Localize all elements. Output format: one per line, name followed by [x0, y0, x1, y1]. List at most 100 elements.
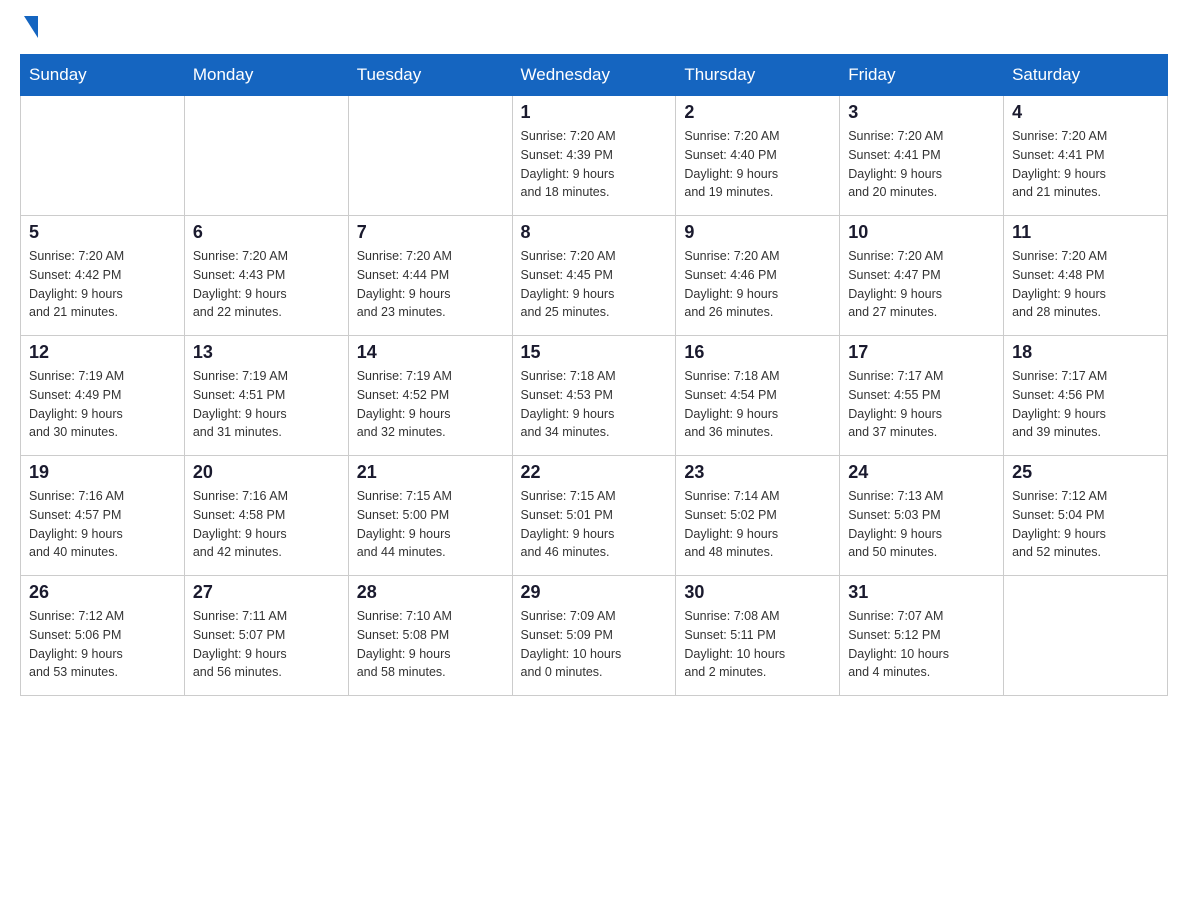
page-header: [20, 20, 1168, 38]
calendar-cell: 14 Sunrise: 7:19 AM Sunset: 4:52 PM Dayli…: [348, 336, 512, 456]
calendar-cell: 24Sunrise: 7:13 AM Sunset: 5:03 PM Dayli…: [840, 456, 1004, 576]
calendar-cell: 25 Sunrise: 7:12 AM Sunset: 5:04 PM Dayli…: [1004, 456, 1168, 576]
day-info: Sunrise: 7:19 AM Sunset: 4:52 PM Dayligh…: [357, 367, 504, 442]
day-info: Sunrise: 7:12 AM Sunset: 5:06 PM Dayligh…: [29, 607, 176, 682]
calendar-body: 1 Sunrise: 7:20 AM Sunset: 4:39 PM Daylig…: [21, 96, 1168, 696]
day-info: Sunrise: 7:20 AM Sunset: 4:48 PM Dayligh…: [1012, 247, 1159, 322]
day-info: Sunrise: 7:11 AM Sunset: 5:07 PM Dayligh…: [193, 607, 340, 682]
day-number: 10: [848, 222, 995, 243]
day-info: Sunrise: 7:08 AM Sunset: 5:11 PM Dayligh…: [684, 607, 831, 682]
day-number: 2: [684, 102, 831, 123]
calendar-cell: [1004, 576, 1168, 696]
calendar-cell: 13 Sunrise: 7:19 AM Sunset: 4:51 PM Dayli…: [184, 336, 348, 456]
day-number: 15: [521, 342, 668, 363]
calendar-cell: 12 Sunrise: 7:19 AM Sunset: 4:49 PM Dayli…: [21, 336, 185, 456]
day-number: 12: [29, 342, 176, 363]
calendar-cell: 29 Sunrise: 7:09 AM Sunset: 5:09 PM Dayli…: [512, 576, 676, 696]
days-of-week-row: SundayMondayTuesdayWednesdayThursdayFrid…: [21, 55, 1168, 96]
calendar-cell: [348, 96, 512, 216]
calendar-cell: 30 Sunrise: 7:08 AM Sunset: 5:11 PM Dayli…: [676, 576, 840, 696]
calendar-cell: 19Sunrise: 7:16 AM Sunset: 4:57 PM Dayli…: [21, 456, 185, 576]
day-number: 14: [357, 342, 504, 363]
calendar-cell: 15 Sunrise: 7:18 AM Sunset: 4:53 PM Dayli…: [512, 336, 676, 456]
day-info: Sunrise: 7:20 AM Sunset: 4:41 PM Dayligh…: [848, 127, 995, 202]
calendar-cell: 8 Sunrise: 7:20 AM Sunset: 4:45 PM Daylig…: [512, 216, 676, 336]
calendar-week-row: 12 Sunrise: 7:19 AM Sunset: 4:49 PM Dayli…: [21, 336, 1168, 456]
day-number: 21: [357, 462, 504, 483]
day-info: Sunrise: 7:18 AM Sunset: 4:53 PM Dayligh…: [521, 367, 668, 442]
calendar-cell: 22 Sunrise: 7:15 AM Sunset: 5:01 PM Dayli…: [512, 456, 676, 576]
day-number: 20: [193, 462, 340, 483]
calendar-table: SundayMondayTuesdayWednesdayThursdayFrid…: [20, 54, 1168, 696]
day-number: 1: [521, 102, 668, 123]
day-of-week-header: Monday: [184, 55, 348, 96]
day-info: Sunrise: 7:09 AM Sunset: 5:09 PM Dayligh…: [521, 607, 668, 682]
day-number: 27: [193, 582, 340, 603]
calendar-week-row: 19Sunrise: 7:16 AM Sunset: 4:57 PM Dayli…: [21, 456, 1168, 576]
day-info: Sunrise: 7:20 AM Sunset: 4:45 PM Dayligh…: [521, 247, 668, 322]
day-info: Sunrise: 7:15 AM Sunset: 5:01 PM Dayligh…: [521, 487, 668, 562]
calendar-cell: 11Sunrise: 7:20 AM Sunset: 4:48 PM Dayli…: [1004, 216, 1168, 336]
day-of-week-header: Tuesday: [348, 55, 512, 96]
day-info: Sunrise: 7:20 AM Sunset: 4:41 PM Dayligh…: [1012, 127, 1159, 202]
day-info: Sunrise: 7:15 AM Sunset: 5:00 PM Dayligh…: [357, 487, 504, 562]
calendar-cell: 3 Sunrise: 7:20 AM Sunset: 4:41 PM Daylig…: [840, 96, 1004, 216]
calendar-cell: [184, 96, 348, 216]
calendar-week-row: 1 Sunrise: 7:20 AM Sunset: 4:39 PM Daylig…: [21, 96, 1168, 216]
day-info: Sunrise: 7:20 AM Sunset: 4:43 PM Dayligh…: [193, 247, 340, 322]
day-info: Sunrise: 7:20 AM Sunset: 4:40 PM Dayligh…: [684, 127, 831, 202]
day-number: 6: [193, 222, 340, 243]
day-info: Sunrise: 7:20 AM Sunset: 4:39 PM Dayligh…: [521, 127, 668, 202]
day-info: Sunrise: 7:19 AM Sunset: 4:51 PM Dayligh…: [193, 367, 340, 442]
calendar-cell: 26 Sunrise: 7:12 AM Sunset: 5:06 PM Dayli…: [21, 576, 185, 696]
day-info: Sunrise: 7:17 AM Sunset: 4:56 PM Dayligh…: [1012, 367, 1159, 442]
day-info: Sunrise: 7:10 AM Sunset: 5:08 PM Dayligh…: [357, 607, 504, 682]
calendar-cell: 20 Sunrise: 7:16 AM Sunset: 4:58 PM Dayli…: [184, 456, 348, 576]
day-number: 8: [521, 222, 668, 243]
day-number: 13: [193, 342, 340, 363]
day-number: 22: [521, 462, 668, 483]
calendar-cell: 16 Sunrise: 7:18 AM Sunset: 4:54 PM Dayli…: [676, 336, 840, 456]
day-number: 4: [1012, 102, 1159, 123]
calendar-cell: 6 Sunrise: 7:20 AM Sunset: 4:43 PM Daylig…: [184, 216, 348, 336]
calendar-header: SundayMondayTuesdayWednesdayThursdayFrid…: [21, 55, 1168, 96]
day-number: 16: [684, 342, 831, 363]
calendar-cell: 18 Sunrise: 7:17 AM Sunset: 4:56 PM Dayli…: [1004, 336, 1168, 456]
day-number: 30: [684, 582, 831, 603]
day-number: 19: [29, 462, 176, 483]
day-info: Sunrise: 7:20 AM Sunset: 4:42 PM Dayligh…: [29, 247, 176, 322]
calendar-cell: 31 Sunrise: 7:07 AM Sunset: 5:12 PM Dayli…: [840, 576, 1004, 696]
day-info: Sunrise: 7:16 AM Sunset: 4:58 PM Dayligh…: [193, 487, 340, 562]
day-info: Sunrise: 7:12 AM Sunset: 5:04 PM Dayligh…: [1012, 487, 1159, 562]
calendar-cell: 28 Sunrise: 7:10 AM Sunset: 5:08 PM Dayli…: [348, 576, 512, 696]
calendar-cell: 5Sunrise: 7:20 AM Sunset: 4:42 PM Daylig…: [21, 216, 185, 336]
calendar-cell: 1 Sunrise: 7:20 AM Sunset: 4:39 PM Daylig…: [512, 96, 676, 216]
calendar-cell: 23 Sunrise: 7:14 AM Sunset: 5:02 PM Dayli…: [676, 456, 840, 576]
calendar-cell: [21, 96, 185, 216]
day-number: 9: [684, 222, 831, 243]
calendar-cell: 21 Sunrise: 7:15 AM Sunset: 5:00 PM Dayli…: [348, 456, 512, 576]
day-number: 3: [848, 102, 995, 123]
day-info: Sunrise: 7:07 AM Sunset: 5:12 PM Dayligh…: [848, 607, 995, 682]
day-info: Sunrise: 7:14 AM Sunset: 5:02 PM Dayligh…: [684, 487, 831, 562]
calendar-week-row: 26 Sunrise: 7:12 AM Sunset: 5:06 PM Dayli…: [21, 576, 1168, 696]
day-number: 26: [29, 582, 176, 603]
day-info: Sunrise: 7:13 AM Sunset: 5:03 PM Dayligh…: [848, 487, 995, 562]
day-info: Sunrise: 7:18 AM Sunset: 4:54 PM Dayligh…: [684, 367, 831, 442]
day-number: 28: [357, 582, 504, 603]
day-info: Sunrise: 7:20 AM Sunset: 4:47 PM Dayligh…: [848, 247, 995, 322]
day-info: Sunrise: 7:20 AM Sunset: 4:46 PM Dayligh…: [684, 247, 831, 322]
day-number: 25: [1012, 462, 1159, 483]
day-number: 23: [684, 462, 831, 483]
day-number: 31: [848, 582, 995, 603]
day-number: 18: [1012, 342, 1159, 363]
day-number: 17: [848, 342, 995, 363]
day-of-week-header: Saturday: [1004, 55, 1168, 96]
calendar-cell: 4 Sunrise: 7:20 AM Sunset: 4:41 PM Daylig…: [1004, 96, 1168, 216]
day-info: Sunrise: 7:19 AM Sunset: 4:49 PM Dayligh…: [29, 367, 176, 442]
day-of-week-header: Sunday: [21, 55, 185, 96]
day-number: 29: [521, 582, 668, 603]
calendar-cell: 10 Sunrise: 7:20 AM Sunset: 4:47 PM Dayli…: [840, 216, 1004, 336]
calendar-cell: 7Sunrise: 7:20 AM Sunset: 4:44 PM Daylig…: [348, 216, 512, 336]
logo-triangle-icon: [24, 16, 38, 38]
